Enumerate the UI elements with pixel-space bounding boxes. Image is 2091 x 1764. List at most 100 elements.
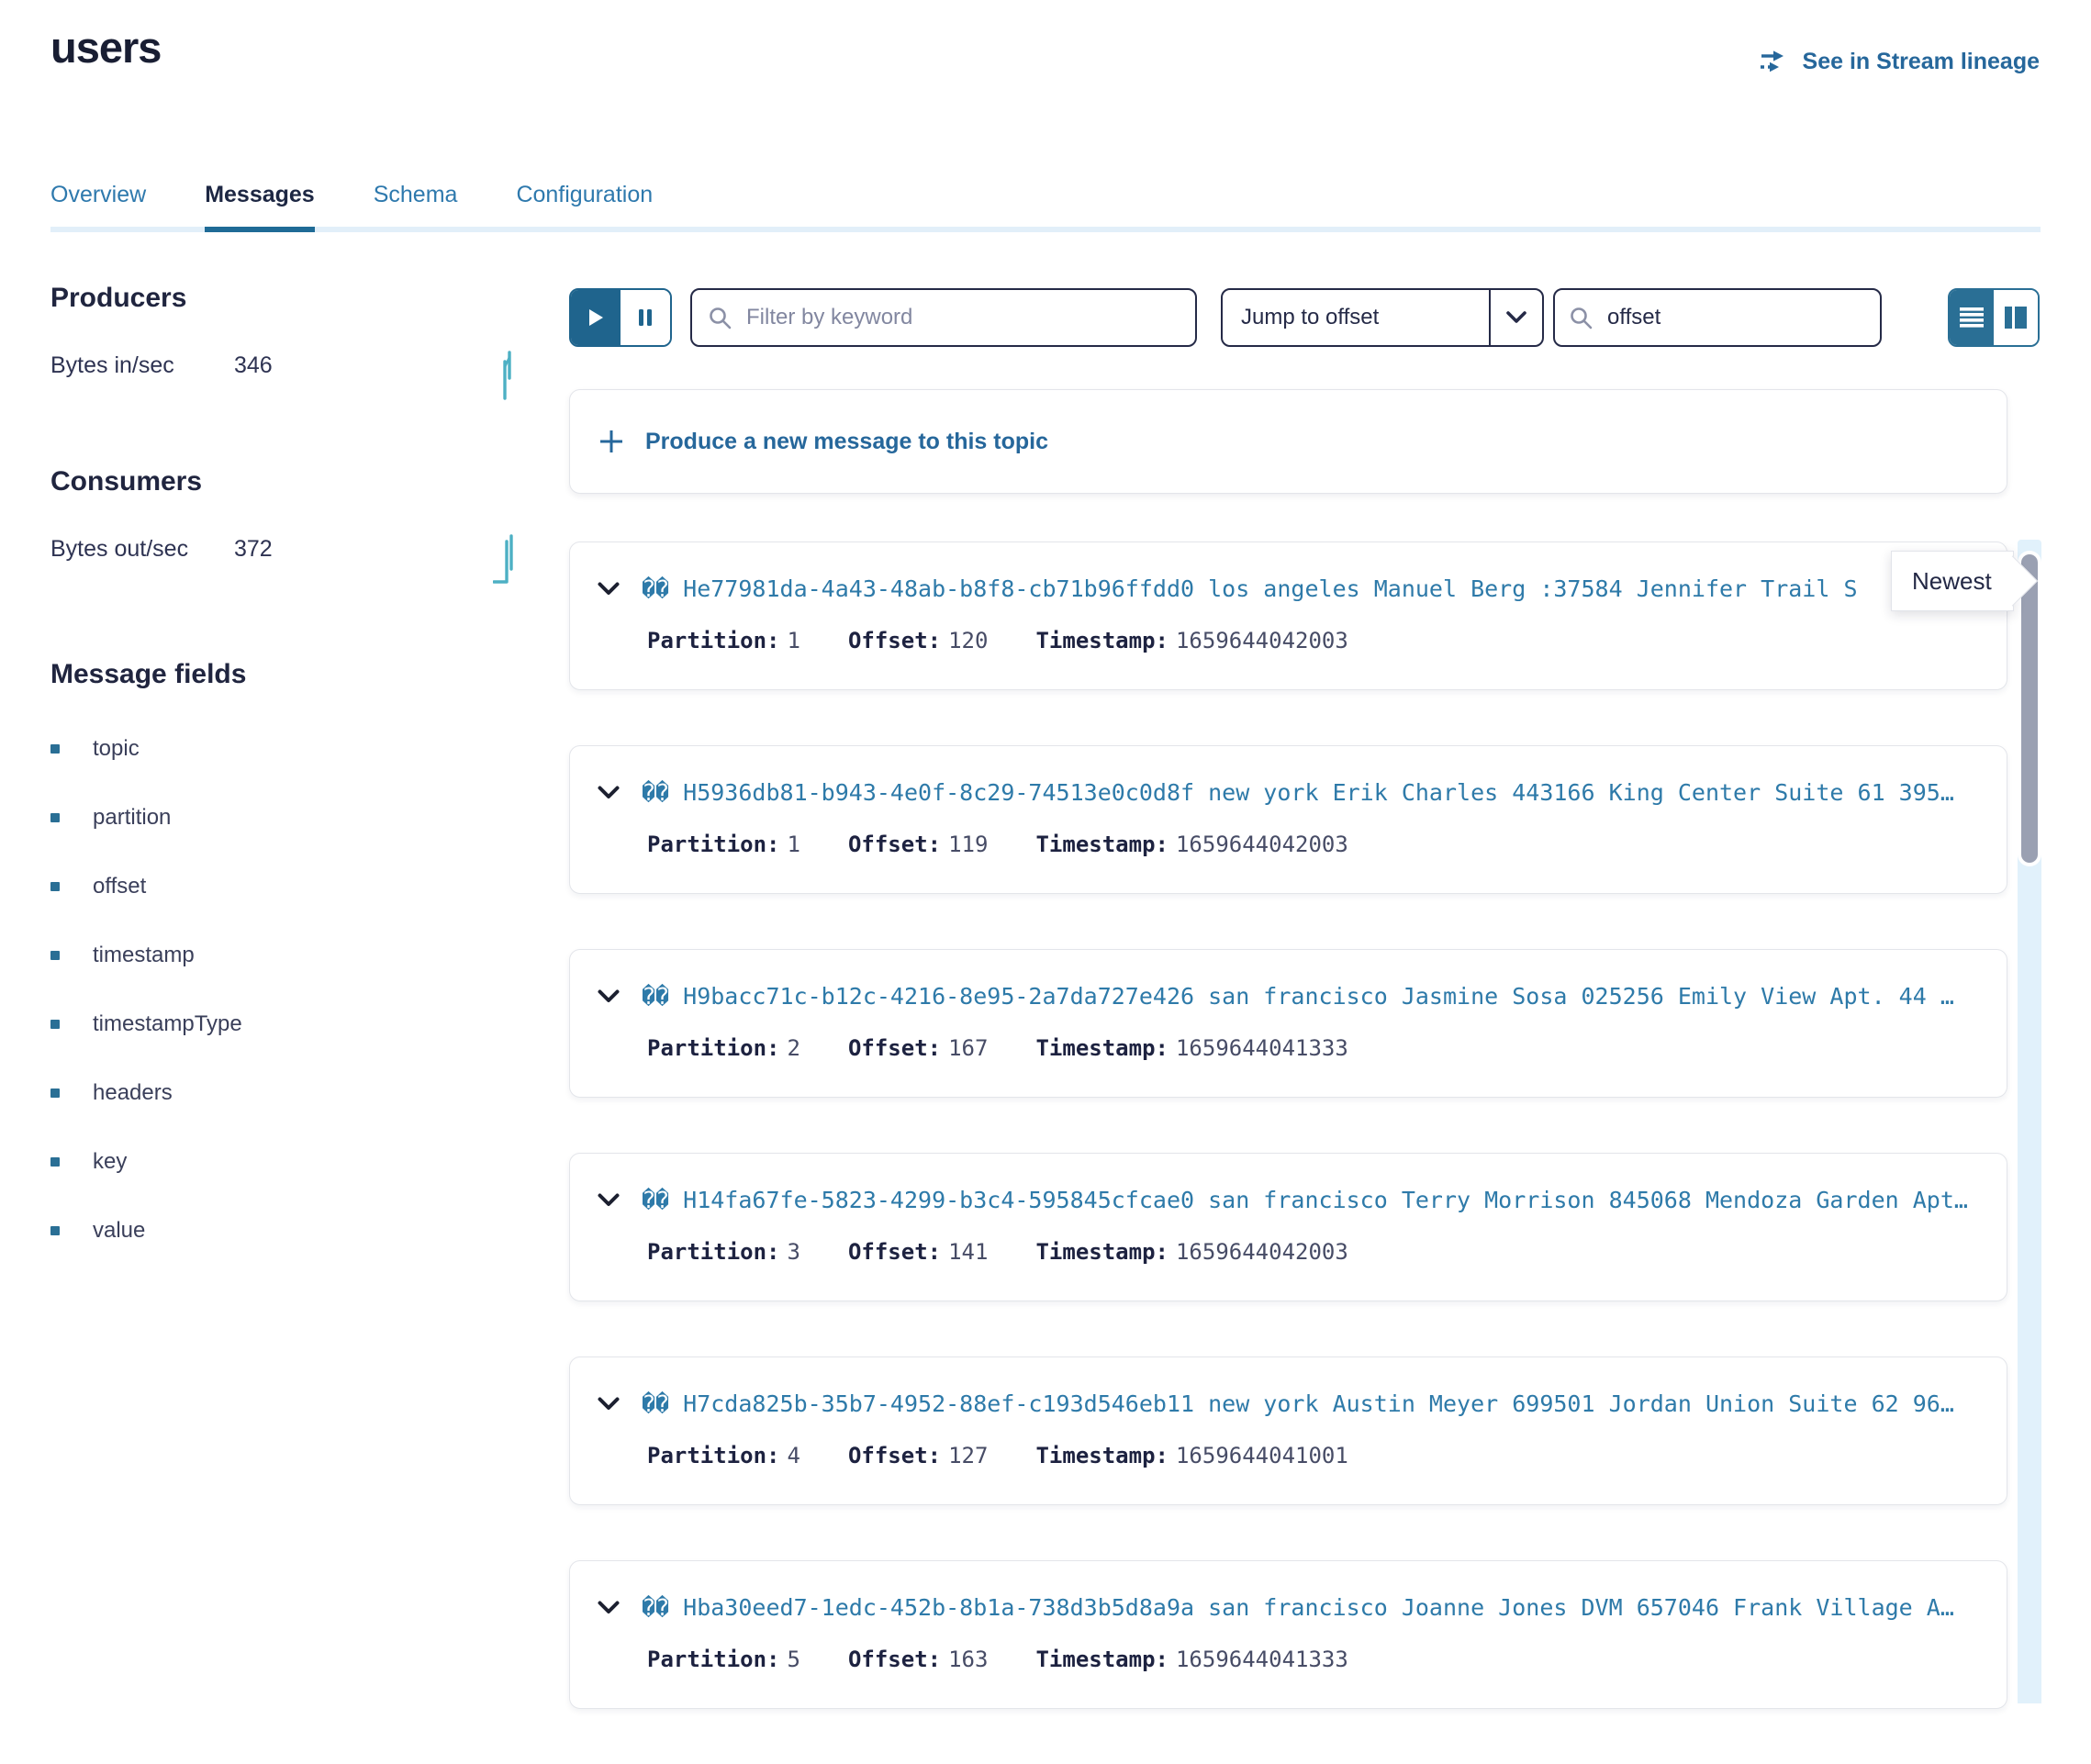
message-key-text: �� H14fa67fe-5823-4299-b3c4-595845cfcae0… bbox=[642, 1187, 1988, 1213]
offset-value: 119 bbox=[948, 832, 988, 857]
timestamp-pair: Timestamp:1659644041001 bbox=[1035, 1443, 1347, 1468]
list-view-icon bbox=[1959, 307, 1985, 329]
message-card[interactable]: �� Hba30eed7-1edc-452b-8b1a-738d3b5d8a9a… bbox=[569, 1560, 2007, 1709]
message-key-text: �� H7cda825b-35b7-4952-88ef-c193d546eb11… bbox=[642, 1390, 1988, 1417]
partition-pair: Partition:3 bbox=[647, 1239, 800, 1265]
field-bullet-icon bbox=[50, 1089, 60, 1098]
timestamp-label: Timestamp: bbox=[1035, 1035, 1168, 1061]
message-field-item[interactable]: value bbox=[50, 1218, 520, 1244]
offset-search-input[interactable] bbox=[1607, 305, 1866, 330]
message-field-label: timestampType bbox=[93, 1011, 242, 1037]
partition-value: 1 bbox=[788, 628, 800, 653]
message-key-text: �� H9bacc71c-b12c-4216-8e95-2a7da727e426… bbox=[642, 983, 1988, 1010]
column-view-button[interactable] bbox=[1994, 290, 2038, 345]
message-card[interactable]: �� H7cda825b-35b7-4952-88ef-c193d546eb11… bbox=[569, 1356, 2007, 1505]
partition-label: Partition: bbox=[647, 832, 780, 857]
message-card[interactable]: �� H9bacc71c-b12c-4216-8e95-2a7da727e426… bbox=[569, 949, 2007, 1098]
expand-chevron-icon[interactable] bbox=[598, 1193, 620, 1207]
keyword-filter-field[interactable] bbox=[690, 288, 1197, 347]
message-card[interactable]: �� H5936db81-b943-4e0f-8c29-74513e0c0d8f… bbox=[569, 745, 2007, 894]
message-field-item[interactable]: offset bbox=[50, 874, 520, 899]
message-meta-row: Partition: 1 Offset: 120 Timestamp:1659644… bbox=[598, 628, 1988, 653]
keyword-filter-input[interactable] bbox=[746, 305, 1180, 330]
partition-pair: Partition: 1 bbox=[647, 832, 800, 857]
tab-configuration[interactable]: Configuration bbox=[516, 182, 653, 232]
tab-overview[interactable]: Overview bbox=[50, 182, 146, 232]
timestamp-pair: Timestamp: 1659644041333 bbox=[1035, 1035, 1347, 1061]
view-mode-toggle bbox=[1948, 288, 2040, 347]
message-field-item[interactable]: headers bbox=[50, 1080, 520, 1106]
partition-label: Partition: bbox=[647, 1035, 780, 1061]
produce-message-label: Produce a new message to this topic bbox=[645, 429, 1048, 455]
timestamp-pair: Timestamp:1659644041333 bbox=[1035, 1647, 1347, 1672]
message-field-label: topic bbox=[93, 736, 140, 762]
column-view-icon bbox=[2003, 306, 2029, 329]
stream-lineage-link[interactable]: See in Stream lineage bbox=[1758, 48, 2040, 75]
sidebar: Producers Bytes in/sec 346 Consumers Byt… bbox=[50, 283, 520, 1287]
page-title: users bbox=[50, 22, 161, 73]
message-card[interactable]: �� H14fa67fe-5823-4299-b3c4-595845cfcae0… bbox=[569, 1153, 2007, 1301]
field-bullet-icon bbox=[50, 882, 60, 891]
scrollbar-thumb[interactable] bbox=[2021, 554, 2038, 863]
consumers-section: Consumers Bytes out/sec 372 bbox=[50, 466, 520, 589]
timestamp-value: 1659644041333 bbox=[1176, 1035, 1348, 1061]
expand-chevron-icon[interactable] bbox=[598, 786, 620, 799]
play-button[interactable] bbox=[571, 290, 621, 345]
partition-pair: Partition: 1 bbox=[647, 628, 800, 653]
plus-icon bbox=[598, 428, 625, 455]
partition-pair: Partition:5 bbox=[647, 1647, 800, 1672]
offset-label: Offset: bbox=[848, 1035, 941, 1061]
offset-pair: Offset:127 bbox=[848, 1443, 989, 1468]
message-fields-list: topic partition offset timestamp bbox=[50, 736, 520, 1244]
partition-value: 1 bbox=[788, 832, 800, 857]
newest-tooltip: Newest bbox=[1891, 551, 2014, 611]
message-field-item[interactable]: key bbox=[50, 1149, 520, 1175]
timestamp-value: 1659644041333 bbox=[1176, 1647, 1348, 1672]
search-icon bbox=[1569, 306, 1593, 330]
timestamp-value: 1659644042003 bbox=[1176, 1239, 1348, 1265]
pause-button[interactable] bbox=[621, 290, 670, 345]
timestamp-value: 1659644042003 bbox=[1176, 832, 1348, 857]
timestamp-pair: Timestamp:1659644042003 bbox=[1035, 628, 1347, 653]
field-bullet-icon bbox=[50, 951, 60, 960]
bytes-out-label: Bytes out/sec bbox=[50, 536, 234, 563]
expand-chevron-icon[interactable] bbox=[598, 582, 620, 596]
partition-value: 2 bbox=[788, 1035, 800, 1061]
timestamp-label: Timestamp: bbox=[1035, 1239, 1168, 1265]
offset-label: Offset: bbox=[848, 628, 941, 653]
expand-chevron-icon[interactable] bbox=[598, 1397, 620, 1411]
message-field-item[interactable]: partition bbox=[50, 805, 520, 831]
timestamp-pair: Timestamp:1659644042003 bbox=[1035, 832, 1347, 857]
message-card[interactable]: �� He77981da-4a43-48ab-b8f8-cb71b96ffdd0… bbox=[569, 541, 2007, 690]
message-field-item[interactable]: topic bbox=[50, 736, 520, 762]
expand-chevron-icon[interactable] bbox=[598, 989, 620, 1003]
message-key-row: �� H7cda825b-35b7-4952-88ef-c193d546eb11… bbox=[598, 1390, 1988, 1417]
message-key-row: �� Hba30eed7-1edc-452b-8b1a-738d3b5d8a9a… bbox=[598, 1594, 1988, 1621]
partition-pair: Partition:4 bbox=[647, 1443, 800, 1468]
offset-pair: Offset:163 bbox=[848, 1647, 989, 1672]
bytes-out-value: 372 bbox=[234, 536, 317, 563]
dropdown-chevron-button[interactable] bbox=[1489, 290, 1542, 345]
consumer-sparkline bbox=[493, 529, 520, 589]
jump-to-offset-dropdown[interactable]: Jump to offset bbox=[1221, 288, 1544, 347]
offset-search-field[interactable] bbox=[1553, 288, 1882, 347]
play-pause-toggle bbox=[569, 288, 672, 347]
offset-pair: Offset:141 bbox=[848, 1239, 989, 1265]
message-list-scrollbar[interactable] bbox=[2018, 540, 2041, 1703]
consumers-heading: Consumers bbox=[50, 466, 520, 497]
offset-value: 163 bbox=[948, 1647, 988, 1672]
message-field-item[interactable]: timestamp bbox=[50, 943, 520, 968]
partition-label: Partition: bbox=[647, 628, 780, 653]
tab-schema[interactable]: Schema bbox=[374, 182, 458, 232]
message-field-item[interactable]: timestampType bbox=[50, 1011, 520, 1037]
offset-label: Offset: bbox=[848, 1443, 941, 1468]
tab-messages[interactable]: Messages bbox=[205, 182, 315, 232]
offset-value: 120 bbox=[948, 628, 988, 653]
message-key-row: �� He77981da-4a43-48ab-b8f8-cb71b96ffdd0… bbox=[598, 575, 1988, 602]
produce-message-button[interactable]: Produce a new message to this topic bbox=[569, 389, 2007, 494]
topic-tabs: Overview Messages Schema Configuration bbox=[50, 182, 2041, 232]
message-key-row: �� H5936db81-b943-4e0f-8c29-74513e0c0d8f… bbox=[598, 779, 1988, 806]
list-view-button[interactable] bbox=[1950, 290, 1994, 345]
expand-chevron-icon[interactable] bbox=[598, 1601, 620, 1614]
message-key-text: �� Hba30eed7-1edc-452b-8b1a-738d3b5d8a9a… bbox=[642, 1594, 1988, 1621]
